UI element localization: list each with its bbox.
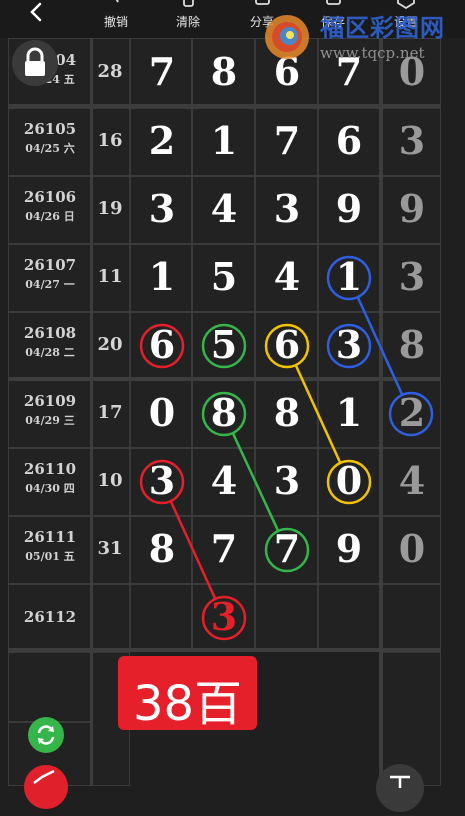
side-digit: 9 — [398, 186, 426, 231]
digit-cell[interactable]: 1 — [319, 254, 379, 300]
digit-cell[interactable]: 7 — [257, 118, 317, 164]
side-digit: 0 — [398, 526, 426, 571]
lock-icon — [25, 47, 45, 76]
prediction-badge-text: 38百 — [132, 676, 243, 732]
issue-cell: 26108 04/28 二 — [18, 324, 82, 360]
watermark-url: www.tqcp.net — [320, 44, 425, 62]
digit-cell[interactable]: 7 — [194, 526, 254, 572]
text-tool-button[interactable] — [376, 764, 424, 812]
clear-button[interactable]: 清除 — [162, 0, 214, 38]
digit-cell[interactable]: 3 — [132, 458, 192, 504]
grid-cell — [255, 584, 318, 652]
digit-cell[interactable]: 4 — [194, 186, 254, 232]
sum-value: 19 — [97, 198, 123, 219]
digit-cell[interactable]: 7 — [132, 49, 192, 95]
digit-cell[interactable]: 1 — [194, 118, 254, 164]
digit-cell[interactable]: 1 — [132, 254, 192, 300]
digit-cell[interactable]: 6 — [257, 322, 317, 368]
issue-date: 04/25 六 — [25, 142, 75, 155]
predicted-digit[interactable]: 3 — [194, 594, 254, 640]
text-tool-icon — [390, 775, 410, 788]
issue-number: 26106 — [23, 188, 77, 206]
side-digit: 3 — [398, 118, 426, 163]
issue-cell: 26109 04/29 三 — [18, 392, 82, 428]
grid-cell — [318, 584, 381, 652]
issue-number: 26111 — [23, 528, 77, 546]
next-issue-number: 26112 — [23, 608, 77, 626]
digit-cell[interactable]: 6 — [132, 322, 192, 368]
sum-value: 31 — [97, 538, 123, 559]
issue-date: 04/30 四 — [25, 482, 75, 495]
row-separator — [8, 648, 441, 652]
digit-cell[interactable]: 0 — [319, 458, 379, 504]
watermark-logo-icon — [265, 15, 309, 59]
digit-cell[interactable]: 2 — [132, 118, 192, 164]
prediction-badge: 38百 — [118, 656, 257, 732]
digit-cell[interactable]: 8 — [194, 390, 254, 436]
sum-value: 10 — [97, 470, 123, 491]
refresh-button[interactable] — [28, 717, 64, 753]
row-separator — [8, 377, 441, 381]
issue-cell: 26110 04/30 四 — [18, 460, 82, 496]
issue-date: 04/28 二 — [25, 346, 75, 359]
sum-value: 20 — [97, 334, 123, 355]
side-digit: 3 — [398, 254, 426, 299]
issue-date: 04/26 日 — [25, 210, 75, 223]
digit-cell[interactable]: 6 — [319, 118, 379, 164]
digit-cell[interactable]: 9 — [319, 186, 379, 232]
next-issue-cell: 26112 — [18, 608, 82, 626]
undo-button[interactable]: 撤销 — [90, 0, 142, 38]
digit-cell[interactable]: 0 — [132, 390, 192, 436]
side-digit: 4 — [398, 458, 426, 503]
refresh-icon — [37, 725, 55, 745]
pen-tool-button[interactable] — [24, 765, 68, 809]
issue-cell: 26105 04/25 六 — [18, 120, 82, 156]
row-separator — [8, 104, 441, 108]
issue-number: 26110 — [23, 460, 77, 478]
undo-icon — [115, 0, 119, 3]
digit-cell[interactable]: 3 — [319, 322, 379, 368]
grid-cell — [381, 584, 441, 652]
issue-number: 26108 — [23, 324, 77, 342]
digit-cell[interactable]: 5 — [194, 322, 254, 368]
digit-cell[interactable]: 8 — [257, 390, 317, 436]
digit-cell[interactable]: 1 — [319, 390, 379, 436]
digit-cell[interactable]: 5 — [194, 254, 254, 300]
undo-label: 撤销 — [103, 15, 128, 29]
clear-icon — [183, 0, 194, 7]
back-arrow-icon[interactable] — [22, 0, 52, 30]
side-digit: 8 — [398, 322, 426, 367]
digit-cell[interactable]: 3 — [132, 186, 192, 232]
digit-cell[interactable]: 3 — [257, 186, 317, 232]
issue-number: 26107 — [23, 256, 77, 274]
pen-icon — [33, 769, 55, 784]
issue-number: 26105 — [23, 120, 77, 138]
issue-cell: 26107 04/27 一 — [18, 256, 82, 292]
watermark: 福区彩图网 www.tqcp.net — [262, 8, 462, 68]
issue-date: 05/01 五 — [25, 550, 75, 563]
digit-cell[interactable]: 8 — [194, 49, 254, 95]
issue-cell: 26111 05/01 五 — [18, 528, 82, 564]
side-digit: 2 — [398, 390, 426, 435]
digit-cell[interactable]: 7 — [257, 526, 317, 572]
digit-cell[interactable]: 3 — [257, 458, 317, 504]
digit-cell[interactable]: 4 — [194, 458, 254, 504]
digit-cell[interactable]: 8 — [132, 526, 192, 572]
grid-cell — [130, 584, 192, 652]
issue-number: 26109 — [23, 392, 77, 410]
issue-cell: 26106 04/26 日 — [18, 188, 82, 224]
issue-date: 04/27 一 — [25, 278, 75, 291]
grid-cell — [92, 584, 130, 652]
sum-value: 11 — [97, 266, 123, 287]
watermark-title: 福区彩图网 — [320, 14, 445, 42]
sum-value: 16 — [97, 130, 123, 151]
sum-value: 28 — [97, 61, 123, 82]
lock-button[interactable] — [12, 40, 58, 86]
sum-value: 17 — [97, 402, 123, 423]
digit-cell[interactable]: 4 — [257, 254, 317, 300]
digit-cell[interactable]: 9 — [319, 526, 379, 572]
grid-cell — [8, 652, 92, 722]
clear-label: 清除 — [175, 15, 200, 29]
issue-date: 04/29 三 — [25, 414, 75, 427]
